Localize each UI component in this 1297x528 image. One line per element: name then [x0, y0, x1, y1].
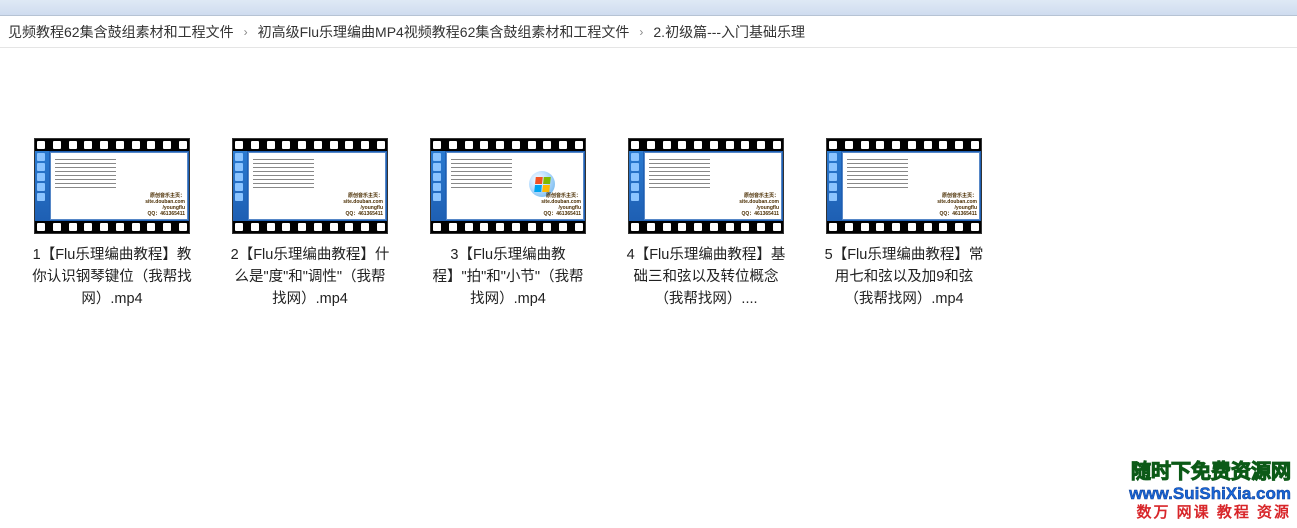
- file-name: 4【Flu乐理编曲教程】基础三和弦以及转位概念（我帮找网）....: [626, 244, 786, 310]
- video-frame: 原创音乐主页： site.douban.com /youngflu QQ：461…: [233, 151, 387, 221]
- filmstrip: [35, 221, 189, 233]
- file-item[interactable]: 原创音乐主页： site.douban.com /youngflu QQ：461…: [824, 138, 984, 310]
- filmstrip: [431, 221, 585, 233]
- file-grid: 原创音乐主页： site.douban.com /youngflu QQ：461…: [0, 48, 1297, 310]
- thumb-watermark: 原创音乐主页： site.douban.com /youngflu QQ：461…: [145, 193, 185, 217]
- file-item[interactable]: 原创音乐主页： site.douban.com /youngflu QQ：461…: [230, 138, 390, 310]
- filmstrip: [431, 139, 585, 151]
- filmstrip: [629, 139, 783, 151]
- filmstrip: [35, 139, 189, 151]
- thumb-watermark: 原创音乐主页： site.douban.com /youngflu QQ：461…: [541, 193, 581, 217]
- video-frame: 原创音乐主页： site.douban.com /youngflu QQ：461…: [827, 151, 981, 221]
- filmstrip: [827, 221, 981, 233]
- breadcrumb-item-0[interactable]: 见频教程62集含鼓组素材和工程文件: [8, 22, 234, 42]
- filmstrip: [233, 139, 387, 151]
- video-thumbnail: 原创音乐主页： site.douban.com /youngflu QQ：461…: [430, 138, 586, 234]
- thumb-watermark: 原创音乐主页： site.douban.com /youngflu QQ：461…: [343, 193, 383, 217]
- filmstrip: [629, 221, 783, 233]
- video-thumbnail: 原创音乐主页： site.douban.com /youngflu QQ：461…: [34, 138, 190, 234]
- video-thumbnail: 原创音乐主页： site.douban.com /youngflu QQ：461…: [232, 138, 388, 234]
- file-item[interactable]: 原创音乐主页： site.douban.com /youngflu QQ：461…: [626, 138, 786, 310]
- filmstrip: [233, 221, 387, 233]
- video-frame: 原创音乐主页： site.douban.com /youngflu QQ：461…: [431, 151, 585, 221]
- video-thumbnail: 原创音乐主页： site.douban.com /youngflu QQ：461…: [826, 138, 982, 234]
- site-watermark: 随时下免费资源网 www.SuiShiXia.com 数万 网课 教程 资源: [1129, 460, 1291, 522]
- filmstrip: [827, 139, 981, 151]
- file-name: 3【Flu乐理编曲教程】"拍"和"小节"（我帮找网）.mp4: [428, 244, 588, 310]
- video-thumbnail: 原创音乐主页： site.douban.com /youngflu QQ：461…: [628, 138, 784, 234]
- chevron-right-icon: ›: [639, 25, 643, 39]
- thumb-watermark: 原创音乐主页： site.douban.com /youngflu QQ：461…: [937, 193, 977, 217]
- file-item[interactable]: 原创音乐主页： site.douban.com /youngflu QQ：461…: [428, 138, 588, 310]
- breadcrumb: 见频教程62集含鼓组素材和工程文件 › 初高级Flu乐理编曲MP4视频教程62集…: [0, 16, 1297, 48]
- watermark-title: 随时下免费资源网: [1129, 460, 1291, 484]
- file-name: 5【Flu乐理编曲教程】常用七和弦以及加9和弦（我帮找网）.mp4: [824, 244, 984, 310]
- watermark-url: www.SuiShiXia.com: [1129, 484, 1291, 504]
- video-frame: 原创音乐主页： site.douban.com /youngflu QQ：461…: [629, 151, 783, 221]
- file-item[interactable]: 原创音乐主页： site.douban.com /youngflu QQ：461…: [32, 138, 192, 310]
- watermark-tag: 数万 网课 教程 资源: [1129, 504, 1291, 522]
- video-frame: 原创音乐主页： site.douban.com /youngflu QQ：461…: [35, 151, 189, 221]
- breadcrumb-item-2[interactable]: 2.初级篇---入门基础乐理: [653, 22, 805, 42]
- chevron-right-icon: ›: [244, 25, 248, 39]
- file-name: 2【Flu乐理编曲教程】什么是"度"和"调性"（我帮找网）.mp4: [230, 244, 390, 310]
- file-name: 1【Flu乐理编曲教程】教你认识钢琴键位（我帮找网）.mp4: [32, 244, 192, 310]
- window-titlebar-strip: [0, 0, 1297, 16]
- thumb-watermark: 原创音乐主页： site.douban.com /youngflu QQ：461…: [739, 193, 779, 217]
- breadcrumb-item-1[interactable]: 初高级Flu乐理编曲MP4视频教程62集含鼓组素材和工程文件: [258, 22, 630, 42]
